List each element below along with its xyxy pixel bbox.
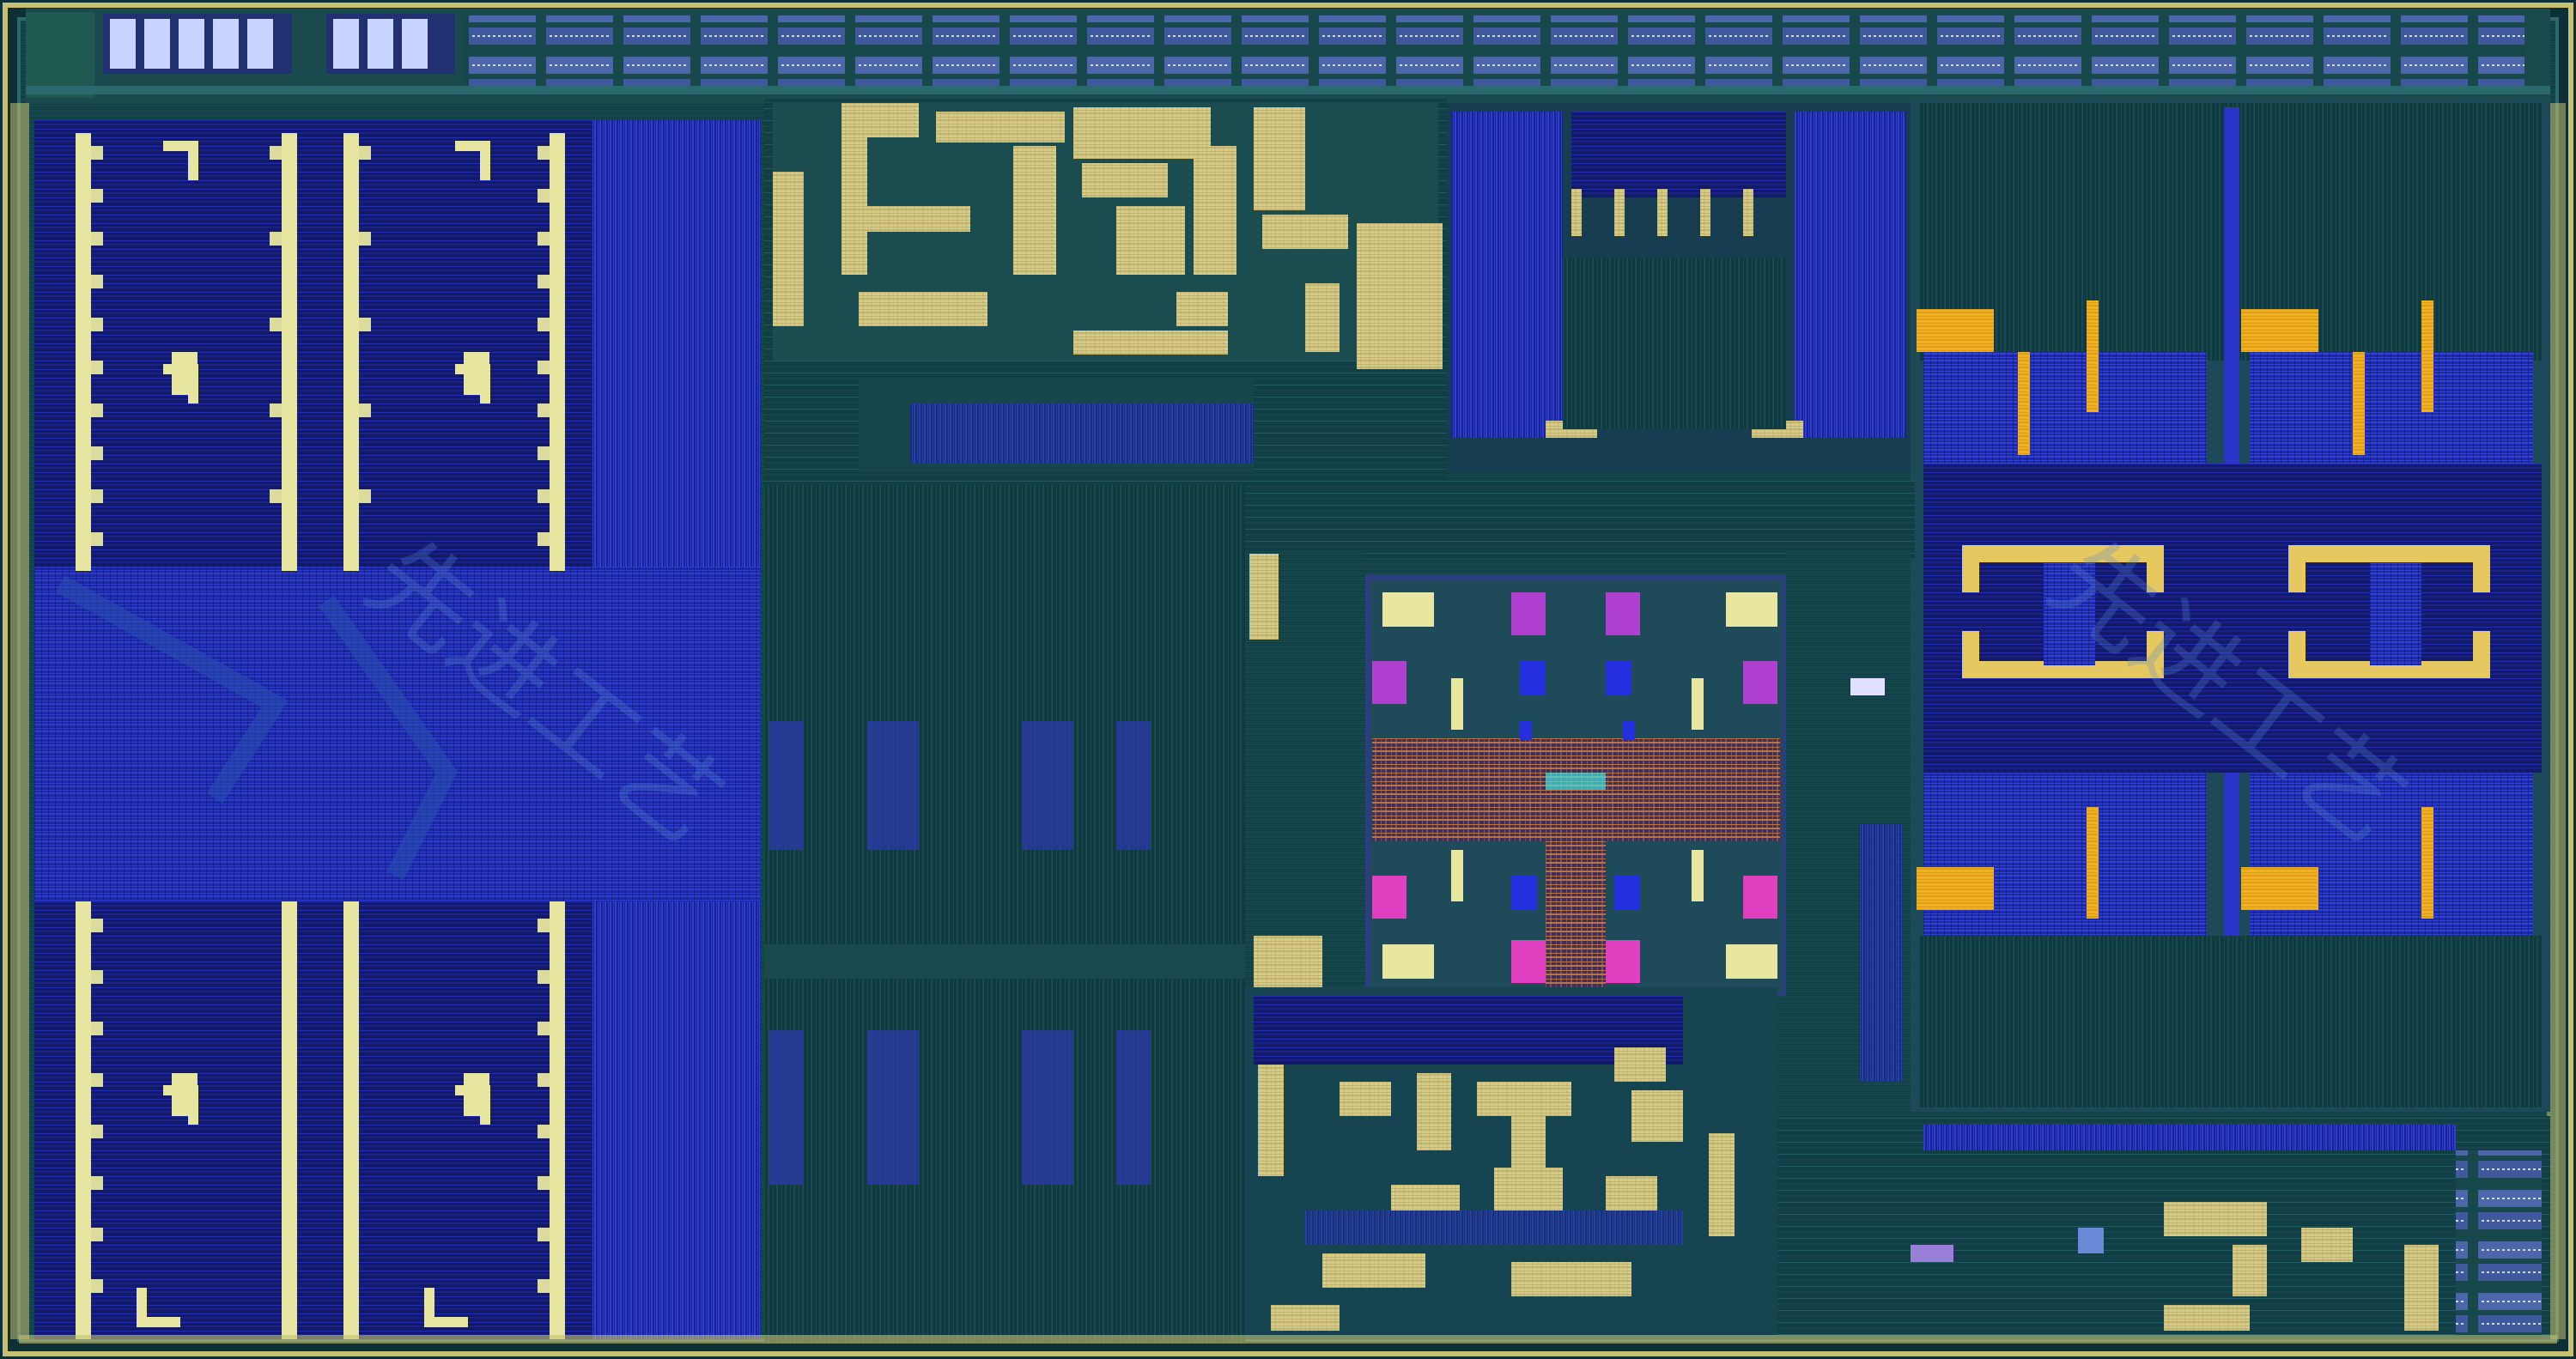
die-shot-image: 先进工艺 先进工艺 [0, 0, 2576, 1359]
left-edge-io [10, 103, 29, 1339]
top-logic-block [764, 99, 1447, 485]
bottom-io-strip [19, 1335, 2557, 1344]
top-io-pad-row [26, 9, 2550, 103]
right-core-cluster [1911, 99, 2550, 1112]
bottom-right-block [1777, 1116, 2550, 1339]
bottom-center-logic [1245, 987, 1777, 1339]
upper-center-block [1447, 103, 1911, 472]
